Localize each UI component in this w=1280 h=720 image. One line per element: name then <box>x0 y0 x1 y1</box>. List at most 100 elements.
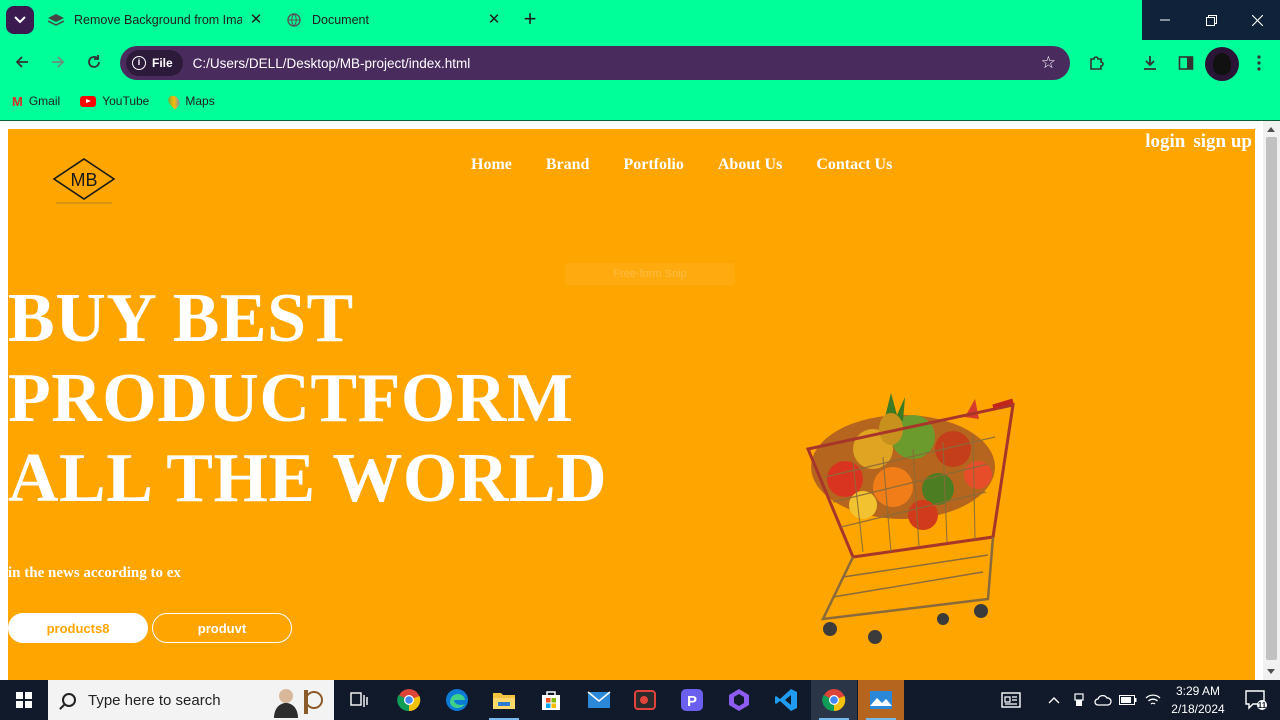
tab-title: Remove Background from Imag <box>74 13 242 27</box>
new-tab-button[interactable]: + <box>518 8 542 32</box>
tab-search-button[interactable] <box>6 6 34 34</box>
bookmark-gmail[interactable]: M Gmail <box>12 94 60 109</box>
nav-about-us[interactable]: About Us <box>718 156 782 174</box>
arrow-left-icon <box>15 56 28 68</box>
url-text[interactable]: C:/Users/DELL/Desktop/MB-project/index.h… <box>193 56 471 71</box>
taskbar-chrome-active[interactable] <box>811 680 857 720</box>
globe-icon <box>286 12 302 28</box>
nav-contact-us[interactable]: Contact Us <box>816 156 892 174</box>
forward-button[interactable] <box>46 50 70 74</box>
extensions-button[interactable] <box>1086 52 1108 74</box>
bookmark-maps[interactable]: Maps <box>166 92 215 110</box>
nav-brand[interactable]: Brand <box>546 156 590 174</box>
gmail-icon: M <box>12 93 23 109</box>
nav-portfolio[interactable]: Portfolio <box>623 156 683 174</box>
downloads-button[interactable] <box>1139 52 1161 74</box>
notification-center-button[interactable]: 11 <box>1236 680 1276 720</box>
download-icon <box>1144 56 1156 70</box>
hero-line-1: BUY BEST <box>8 280 354 357</box>
edge-icon <box>446 689 468 711</box>
close-tab-icon[interactable]: ✕ <box>486 12 502 28</box>
shopping-cart-image <box>805 393 1015 644</box>
mb-logo[interactable]: MB <box>52 157 116 207</box>
bookmark-label: Maps <box>185 94 215 108</box>
taskbar-chrome[interactable] <box>386 680 432 720</box>
product-button[interactable]: produvt <box>152 613 292 643</box>
side-panel-icon <box>1178 56 1194 70</box>
youtube-icon <box>80 95 97 107</box>
puzzle-icon <box>1090 56 1104 70</box>
clock-date: 2/18/2024 <box>1171 702 1225 716</box>
bookmark-star-icon[interactable]: ☆ <box>1041 53 1056 73</box>
tab-document[interactable]: Document ✕ <box>278 4 510 36</box>
profile-avatar[interactable] <box>1205 47 1239 81</box>
back-button[interactable] <box>10 50 34 74</box>
restore-icon <box>1205 14 1217 26</box>
vertical-scrollbar[interactable] <box>1263 121 1280 680</box>
chrome-icon <box>397 689 421 712</box>
image-icon <box>48 12 64 28</box>
reload-button[interactable] <box>82 50 106 74</box>
task-view-icon <box>350 692 368 707</box>
bookmark-youtube[interactable]: YouTube <box>80 94 149 108</box>
notification-count: 11 <box>1258 701 1267 710</box>
battery-icon[interactable] <box>1117 680 1139 720</box>
news-widget-icon[interactable] <box>996 680 1026 720</box>
address-bar[interactable]: i File C:/Users/DELL/Desktop/MB-project/… <box>120 46 1070 80</box>
store-icon <box>542 691 560 710</box>
tab-strip: Remove Background from Imag ✕ Document ✕… <box>0 0 1280 40</box>
system-clock[interactable]: 3:29 AM 2/18/2024 <box>1162 682 1234 718</box>
scroll-down-icon[interactable] <box>1267 669 1275 674</box>
hero-subtitle: in the news according to ex <box>8 565 181 581</box>
side-panel-button[interactable] <box>1175 52 1197 74</box>
taskbar-copilot[interactable] <box>716 680 762 720</box>
arrow-right-icon <box>52 56 65 68</box>
taskbar-search-box[interactable]: Type here to search <box>48 680 334 720</box>
signup-link[interactable]: sign up <box>1193 131 1252 153</box>
page-body: MB Home Brand Portfolio About Us Contact… <box>8 129 1255 680</box>
hero-line-3: ALL THE WORLD <box>8 440 608 517</box>
bookmark-label: YouTube <box>102 94 150 108</box>
menu-button[interactable] <box>1248 52 1270 74</box>
nav-home[interactable]: Home <box>471 156 512 174</box>
minimize-button[interactable] <box>1142 0 1188 40</box>
taskbar-pcloud[interactable]: P <box>669 680 715 720</box>
taskbar-mail[interactable] <box>576 680 622 720</box>
vscode-icon <box>775 689 797 711</box>
windows-taskbar: Type here to search P 3:29 AM 2/18/2024 … <box>0 680 1280 720</box>
hero-headline: BUY BEST PRODUCTFORM ALL THE WORLD <box>8 279 607 519</box>
login-link[interactable]: login <box>1145 131 1185 153</box>
chevron-down-icon <box>14 16 26 24</box>
tab-remove-background[interactable]: Remove Background from Imag ✕ <box>40 4 272 36</box>
taskbar-recorder[interactable] <box>622 680 668 720</box>
task-view-button[interactable] <box>336 680 382 720</box>
close-window-button[interactable] <box>1234 0 1280 40</box>
usb-device-icon[interactable] <box>1069 680 1089 720</box>
bookmark-label: Gmail <box>28 94 61 108</box>
taskbar-store[interactable] <box>528 680 574 720</box>
taskbar-file-explorer[interactable] <box>481 680 527 720</box>
taskbar-vscode[interactable] <box>763 680 809 720</box>
site-info-chip[interactable]: i File <box>126 50 183 76</box>
main-nav: Home Brand Portfolio About Us Contact Us <box>471 156 892 174</box>
copilot-icon <box>729 689 749 711</box>
restore-button[interactable] <box>1188 0 1234 40</box>
start-button[interactable] <box>0 680 48 720</box>
onedrive-icon[interactable] <box>1092 680 1114 720</box>
taskbar-edge[interactable] <box>434 680 480 720</box>
logo-text: MB <box>71 170 98 190</box>
products-button[interactable]: products8 <box>8 613 148 643</box>
hero-line-2: PRODUCTFORM <box>8 360 574 437</box>
recorder-icon <box>634 690 656 710</box>
scroll-up-icon[interactable] <box>1267 127 1275 132</box>
chevron-up-icon[interactable] <box>1044 680 1064 720</box>
close-icon <box>1251 14 1263 26</box>
auth-links: login sign up <box>1145 131 1252 153</box>
notification-icon: 11 <box>1245 690 1267 710</box>
minimize-icon <box>1160 19 1170 21</box>
search-icon <box>62 693 76 707</box>
close-tab-icon[interactable]: ✕ <box>248 12 264 28</box>
wifi-icon[interactable] <box>1142 680 1164 720</box>
taskbar-photos[interactable] <box>858 680 904 720</box>
scroll-thumb[interactable] <box>1266 137 1277 660</box>
